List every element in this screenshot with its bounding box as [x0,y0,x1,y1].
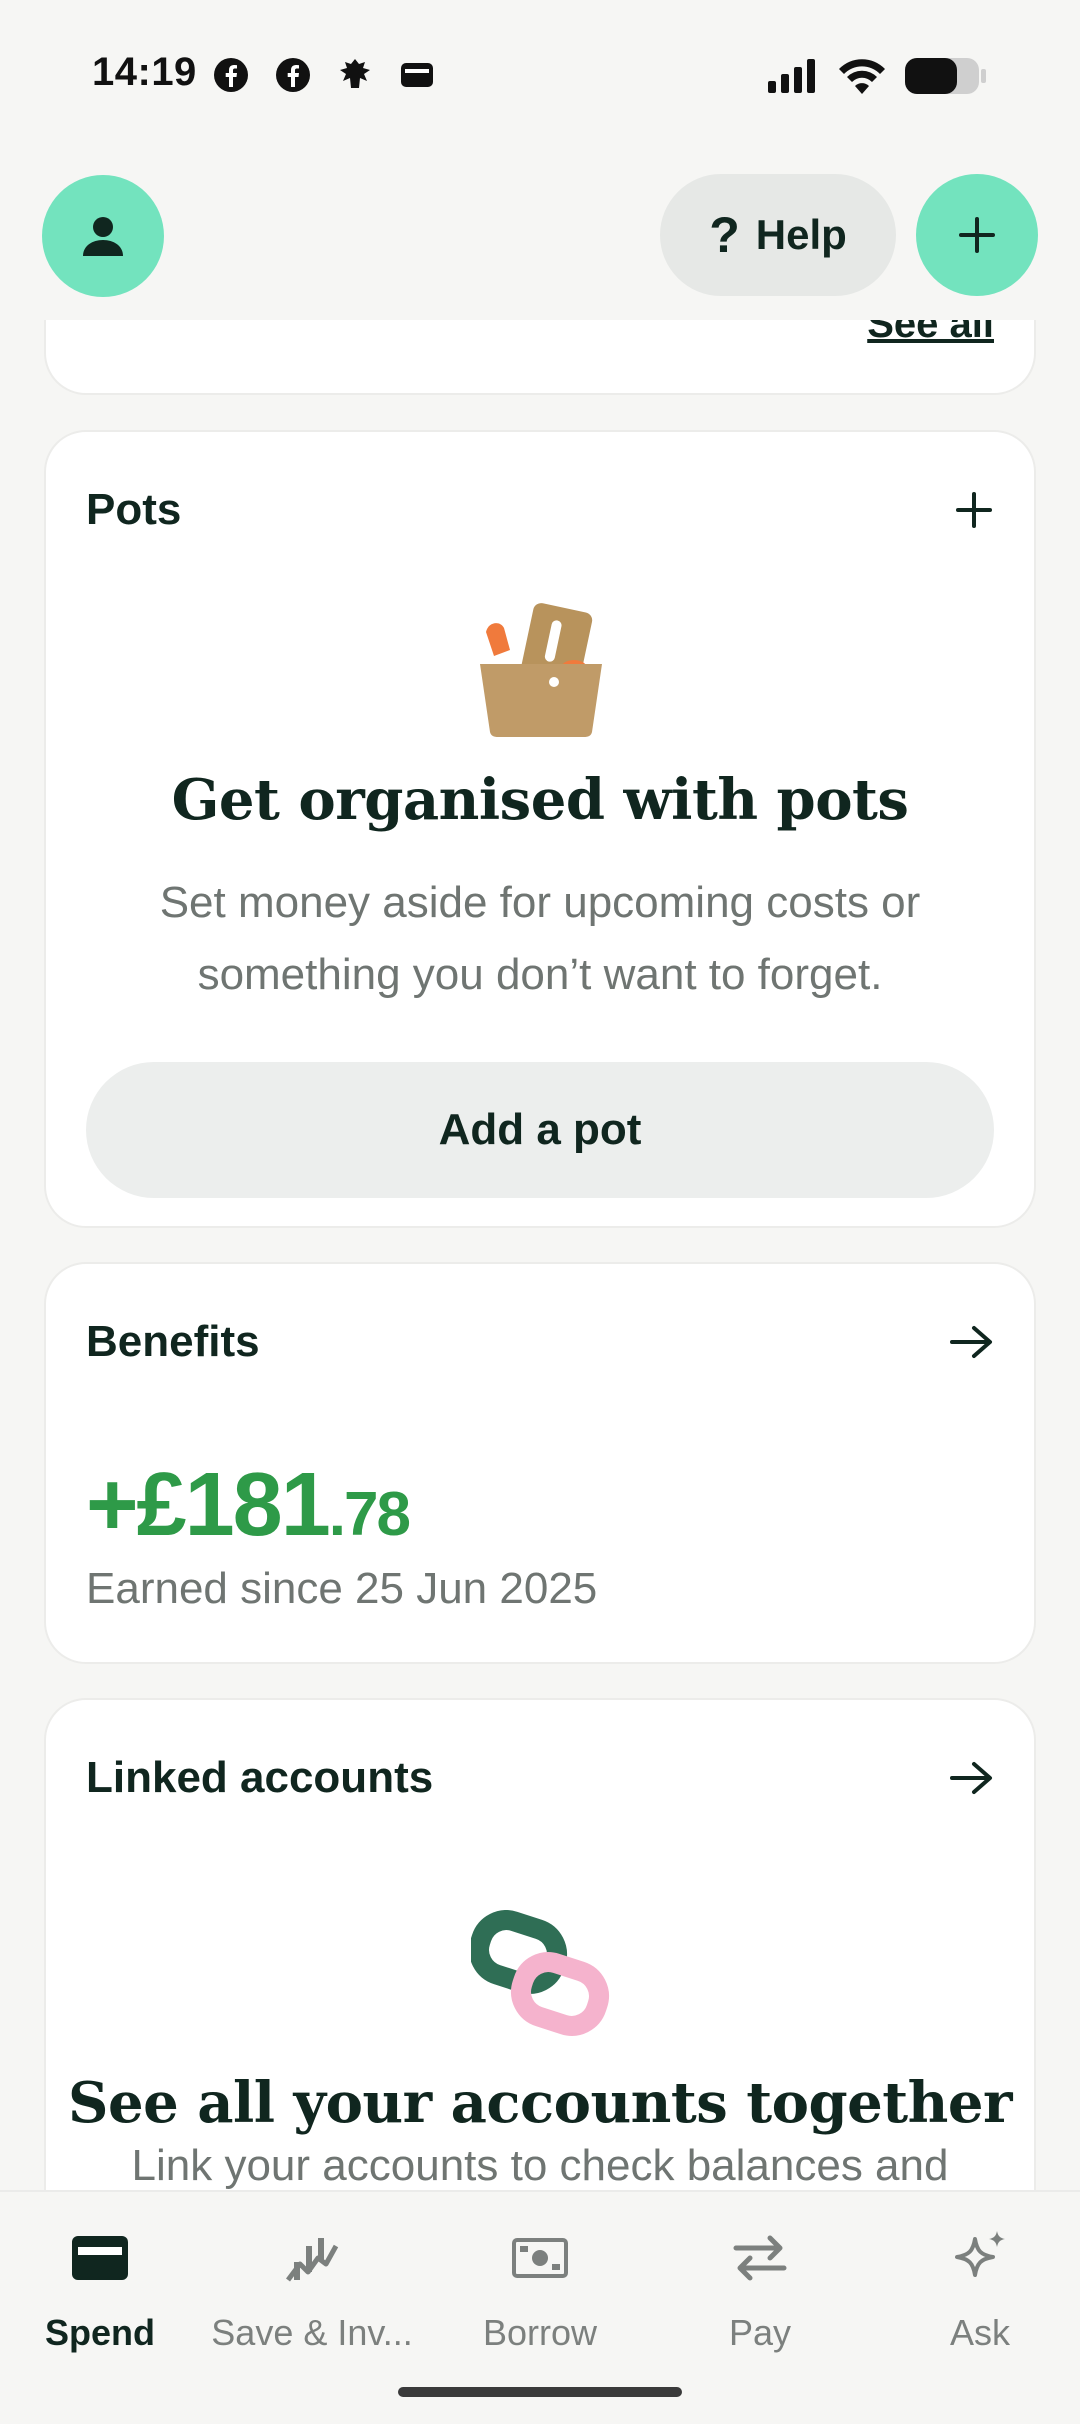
sparkle-icon [948,2226,1012,2290]
benefits-amount-main: +£181 [86,1455,331,1555]
pots-card: Pots Get organised with pots Set money a… [44,430,1036,1228]
growth-icon [280,2226,344,2290]
nav-label: Ask [949,2312,1010,2353]
facebook-icon [274,56,312,94]
card-icon [68,2226,132,2290]
system-icons [768,56,988,101]
pots-header: Pots [86,480,994,540]
linked-accounts-title: Linked accounts [86,1753,434,1802]
bank-eagle-icon [336,56,374,94]
pots-title: Pots [86,485,182,534]
battery-icon [904,56,988,101]
nav-save-invest[interactable]: Save & Inv... [211,2216,413,2366]
chain-link-illustration-icon [471,1910,609,2036]
help-label: Help [755,211,847,258]
profile-button[interactable] [42,175,164,297]
nav-ask[interactable]: Ask [880,2216,1080,2366]
notification-icons [212,56,436,94]
person-icon [83,217,123,256]
nav-label: Spend [44,2312,155,2353]
basket-illustration-icon [480,603,602,737]
benefits-amount: +£181 .78 [86,1454,411,1557]
status-bar: 14:19 [0,0,1080,150]
linked-empty-title: See all your accounts together [68,2070,1013,2136]
nav-label: Save & Inv... [211,2312,413,2353]
nav-label: Pay [728,2312,792,2353]
benefits-title: Benefits [86,1317,260,1366]
wifi-icon [838,58,886,99]
arrow-right-icon[interactable] [948,1760,994,1796]
cash-icon [508,2226,572,2290]
facebook-icon [212,56,250,94]
add-pot-button[interactable]: Add a pot [86,1062,994,1198]
linked-accounts-header: Linked accounts [86,1748,994,1808]
help-button[interactable]: ? Help [660,174,896,296]
plus-icon [959,217,995,253]
plus-icon[interactable] [954,490,994,530]
benefits-card[interactable]: Benefits +£181 .78 Earned since 25 Jun 2… [44,1262,1036,1664]
top-bar: ? Help [0,150,1080,320]
nav-borrow[interactable]: Borrow [440,2216,640,2366]
transfer-icon [728,2226,792,2290]
add-button[interactable] [916,174,1038,296]
nav-spend[interactable]: Spend [0,2216,200,2366]
wallet-icon [398,56,436,94]
arrow-right-icon[interactable] [948,1324,994,1360]
nav-label: Borrow [482,2312,598,2353]
question-icon: ? [709,207,740,263]
nav-pay[interactable]: Pay [660,2216,860,2366]
status-time: 14:19 [92,50,197,94]
pots-empty-title: Get organised with pots [171,767,909,833]
benefits-amount-decimal: .78 [328,1480,411,1549]
signal-icon [768,59,820,98]
home-indicator[interactable] [398,2387,682,2397]
benefits-subtitle: Earned since 25 Jun 2025 [86,1564,598,1613]
benefits-header: Benefits [86,1312,994,1372]
pots-empty-text: Set money aside for upcoming costs or so… [159,878,921,999]
